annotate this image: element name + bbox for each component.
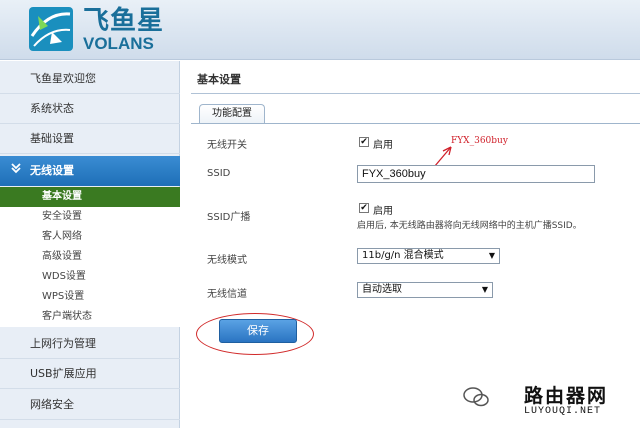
sidebar-item-wireless-settings[interactable]: 无线设置 — [0, 156, 180, 186]
header: 飞鱼星 VOLANS — [0, 0, 640, 60]
dropdown-arrow-icon: ▼ — [481, 285, 488, 294]
submenu-item-advanced[interactable]: 高级设置 — [0, 247, 180, 267]
sidebar-item-welcome[interactable]: 飞鱼星欢迎您 — [0, 64, 180, 94]
watermark-text: 路由器网 — [524, 385, 609, 407]
submenu-item-security[interactable]: 安全设置 — [0, 207, 180, 227]
submenu-item-basic[interactable]: 基本设置 — [0, 187, 180, 207]
submenu-item-client-status[interactable]: 客户端状态 — [0, 307, 180, 327]
ssid-label: SSID — [207, 168, 231, 179]
sidebar-item-label: 基础设置 — [30, 132, 74, 145]
sidebar-item-label: 系统状态 — [30, 102, 74, 115]
main-panel: 基本设置 功能配置 无线开关 ✔ 启用 FYX_360buy SSID FYX_… — [181, 61, 640, 428]
sidebar-item-label: 飞鱼星欢迎您 — [30, 72, 96, 85]
brand-name-en: VOLANS — [83, 34, 154, 53]
save-button[interactable]: 保存 — [219, 319, 297, 343]
divider — [191, 93, 640, 94]
sidebar-item-usb-apps[interactable]: USB扩展应用 — [0, 359, 180, 389]
wireless-mode-select[interactable]: 11b/g/n 混合模式 ▼ — [357, 248, 500, 264]
ssid-broadcast-label: SSID广播 — [207, 212, 251, 223]
sidebar-item-network-security[interactable]: 网络安全 — [0, 390, 180, 420]
divider — [191, 123, 640, 124]
sidebar: 飞鱼星欢迎您 系统状态 基础设置 无线设置 基本设置 安全设置 客人网络 高级设… — [0, 61, 180, 428]
wireless-mode-label: 无线模式 — [207, 255, 247, 266]
chevrons-down-icon — [10, 156, 24, 186]
wireless-channel-select[interactable]: 自动选取 ▼ — [357, 282, 493, 298]
wireless-submenu: 基本设置 安全设置 客人网络 高级设置 WDS设置 WPS设置 客户端状态 — [0, 187, 180, 327]
sidebar-item-label: USB扩展应用 — [30, 367, 97, 380]
sidebar-item-behavior-management[interactable]: 上网行为管理 — [0, 329, 180, 359]
wireless-switch-label: 无线开关 — [207, 140, 247, 151]
wireless-channel-label: 无线信道 — [207, 289, 247, 300]
tab-function-config[interactable]: 功能配置 — [199, 104, 265, 123]
sidebar-item-label: 无线设置 — [30, 164, 74, 177]
brand-name-cn: 飞鱼星 — [83, 6, 165, 36]
page-title: 基本设置 — [197, 73, 241, 86]
sidebar-item-basic-settings[interactable]: 基础设置 — [0, 124, 180, 154]
wireless-switch-checkbox[interactable]: ✔ — [359, 137, 369, 147]
volans-logo-icon — [29, 7, 73, 51]
watermark-url: LUYOUQI.NET — [524, 406, 602, 417]
ssid-broadcast-hint: 启用后, 本无线路由器将向无线网络中的主机广播SSID。 — [357, 221, 582, 231]
submenu-item-wps[interactable]: WPS设置 — [0, 287, 180, 307]
ssid-broadcast-checkbox-label: 启用 — [373, 206, 393, 217]
wechat-icon — [463, 387, 489, 407]
submenu-item-guest-network[interactable]: 客人网络 — [0, 227, 180, 247]
wireless-mode-value: 11b/g/n 混合模式 — [362, 250, 444, 261]
wireless-channel-value: 自动选取 — [362, 284, 402, 295]
submenu-item-wds[interactable]: WDS设置 — [0, 267, 180, 287]
watermark: 路由器网 LUYOUQI.NET — [462, 377, 640, 428]
sidebar-item-label: 网络安全 — [30, 398, 74, 411]
dropdown-arrow-icon: ▼ — [488, 251, 495, 260]
sidebar-item-label: 上网行为管理 — [30, 337, 96, 350]
ssid-broadcast-checkbox[interactable]: ✔ — [359, 203, 369, 213]
wireless-switch-checkbox-label: 启用 — [373, 140, 393, 151]
sidebar-item-system-status[interactable]: 系统状态 — [0, 94, 180, 124]
ssid-input[interactable]: FYX_360buy — [357, 165, 595, 183]
